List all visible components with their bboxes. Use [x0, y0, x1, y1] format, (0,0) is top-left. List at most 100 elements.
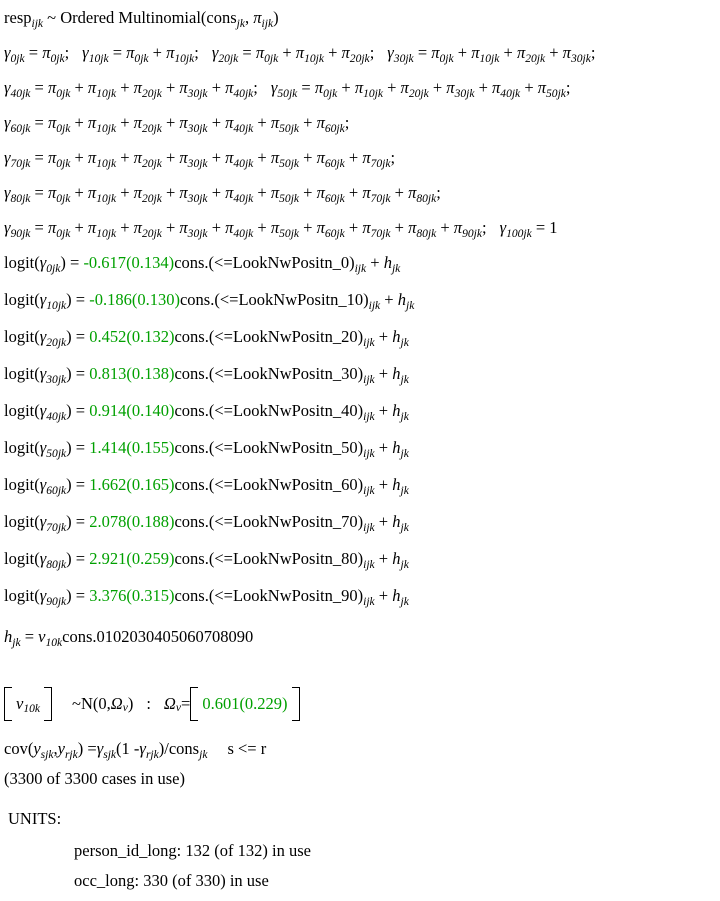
plus-operator: +	[116, 148, 134, 167]
logit-label: logit(	[4, 549, 40, 568]
plus-operator: +	[207, 78, 226, 97]
plus-operator: +	[70, 218, 88, 237]
pi-symbol: π	[133, 78, 142, 97]
random-effect-subscript: jk	[400, 595, 409, 608]
gamma-subscript: 10jk	[46, 299, 67, 312]
plus-operator: +	[278, 43, 296, 62]
pi-subscript: 0jk	[56, 122, 71, 135]
plus-operator: +	[374, 475, 393, 494]
predictor-term: cons.(<=LookNwPositn_80)	[174, 549, 364, 568]
pi-subscript: 20jk	[349, 52, 370, 65]
plus-operator: +	[374, 549, 393, 568]
semicolon: ;	[436, 183, 441, 202]
semicolon: ;	[253, 78, 258, 97]
pi-subscript: 20jk	[141, 192, 162, 205]
pi-symbol: π	[47, 113, 57, 132]
random-effect-subscript: jk	[400, 410, 409, 423]
pi-subscript: 10jk	[174, 52, 195, 65]
pi-subscript: 20jk	[408, 87, 429, 100]
pi-subscript: 60jk	[324, 192, 345, 205]
gamma-subscript: 90jk	[46, 595, 67, 608]
plus-operator: +	[207, 183, 226, 202]
pi-subscript: 30jk	[187, 122, 208, 135]
gamma-symbol: γ	[82, 43, 89, 62]
semicolon: ;	[344, 113, 350, 132]
cumulative-probability-row: γ0jk = π0jk; γ10jk = π0jk + π10jk; γ20jk =…	[4, 39, 720, 74]
y-s-subscript: sjk	[40, 748, 54, 761]
predictor-term: cons.(<=LookNwPositn_10)	[179, 290, 369, 309]
vector-bracket-content: v10k	[13, 695, 43, 715]
y-symbol: y	[33, 739, 41, 758]
gamma-subscript: 50jk	[277, 87, 298, 100]
pi-symbol: π	[47, 218, 57, 237]
plus-operator: +	[344, 218, 363, 237]
logit-label: logit(	[4, 475, 40, 494]
coefficient-estimate: 1.414	[89, 438, 127, 457]
pi-symbol: π	[354, 78, 364, 97]
plus-operator: +	[474, 78, 493, 97]
random-effect-symbol: h	[383, 253, 392, 272]
unit-status: in use	[271, 841, 311, 860]
level2-cons-term: cons.0102030405060708090	[62, 627, 254, 646]
plus-operator: +	[390, 218, 409, 237]
cumulative-probability-row: γ40jk = π0jk + π10jk + π20jk + π30jk + π…	[4, 74, 720, 109]
plus-operator: +	[253, 113, 271, 132]
equals-operator: ) =	[77, 739, 97, 758]
logit-equation-row: logit(γ10jk) = -0.186(0.130)cons.(<=Look…	[4, 286, 720, 323]
equals-operator: =	[297, 78, 315, 97]
pi-symbol: π	[400, 78, 409, 97]
equals-operator: ) =	[66, 586, 90, 605]
index-condition: s <= r	[227, 739, 267, 758]
random-effect-symbol: h	[397, 290, 406, 309]
pi-subscript: 50jk	[279, 122, 300, 135]
plus-operator: +	[207, 148, 226, 167]
random-part-row: v10k ~ N(0, Ωv): Ωv = 0.601(0.229)	[4, 659, 720, 733]
coefficient-standard-error: (0.315)	[126, 586, 175, 605]
semicolon: ;	[390, 148, 396, 167]
gamma-subscript: 30jk	[393, 52, 414, 65]
predictor-subscript: ijk	[363, 484, 375, 497]
predictor-subscript: ijk	[354, 262, 367, 275]
equations-panel: respijk ~ Ordered Multinomial(consjk, πi…	[0, 0, 720, 901]
gamma-subscript: 70jk	[10, 157, 31, 170]
pi-subscript: 60jk	[324, 227, 345, 240]
predictor-term: cons.(<=LookNwPositn_60)	[174, 475, 364, 494]
pi-symbol: π	[431, 43, 440, 62]
gamma-s-subscript: sjk	[103, 748, 117, 761]
logit-label: logit(	[4, 364, 40, 383]
plus-operator: +	[428, 78, 447, 97]
gamma-subscript: 70jk	[46, 521, 67, 534]
plus-operator: +	[253, 148, 271, 167]
plus-operator: +	[545, 43, 563, 62]
equals-operator: ) =	[66, 364, 90, 383]
level2-equation-row: hjk = v10kcons.0102030405060708090	[4, 619, 720, 659]
equals-operator: ) =	[66, 327, 90, 346]
gamma-subscript: 100jk	[506, 227, 532, 240]
vector-bracket: v10k	[4, 687, 53, 721]
plus-operator: +	[382, 78, 401, 97]
plus-operator: +	[374, 364, 393, 383]
plus-operator: +	[436, 218, 454, 237]
random-effect-subscript: jk	[400, 447, 409, 460]
pi-symbol: π	[516, 43, 526, 62]
plus-operator: +	[253, 183, 271, 202]
pi-subscript: 60jk	[324, 157, 345, 170]
equals-operator: =	[413, 43, 432, 62]
pi-subscript: 0jk	[56, 227, 71, 240]
pi-subscript: 40jk	[233, 192, 254, 205]
predictor-term: cons.(<=LookNwPositn_50)	[174, 438, 364, 457]
plus-operator: +	[374, 586, 393, 605]
plus-operator: +	[344, 148, 363, 167]
equals-operator: ) =	[66, 475, 90, 494]
plus-operator: +	[374, 512, 393, 531]
plus-operator: +	[380, 290, 398, 309]
pi-subscript: 90jk	[462, 227, 482, 240]
pi-subscript: 30jk	[187, 227, 208, 240]
pi-symbol: π	[253, 8, 262, 27]
pi-symbol: π	[453, 218, 463, 237]
covariance-row: cov(ysjk,yrjk) =γsjk(1 -γrjk)/consjk s <=…	[4, 733, 720, 769]
logit-equation-row: logit(γ30jk) = 0.813(0.138)cons.(<=LookN…	[4, 360, 720, 397]
omega-symbol: Ω	[110, 693, 123, 713]
pi-symbol: π	[47, 78, 57, 97]
logit-label: logit(	[4, 327, 40, 346]
